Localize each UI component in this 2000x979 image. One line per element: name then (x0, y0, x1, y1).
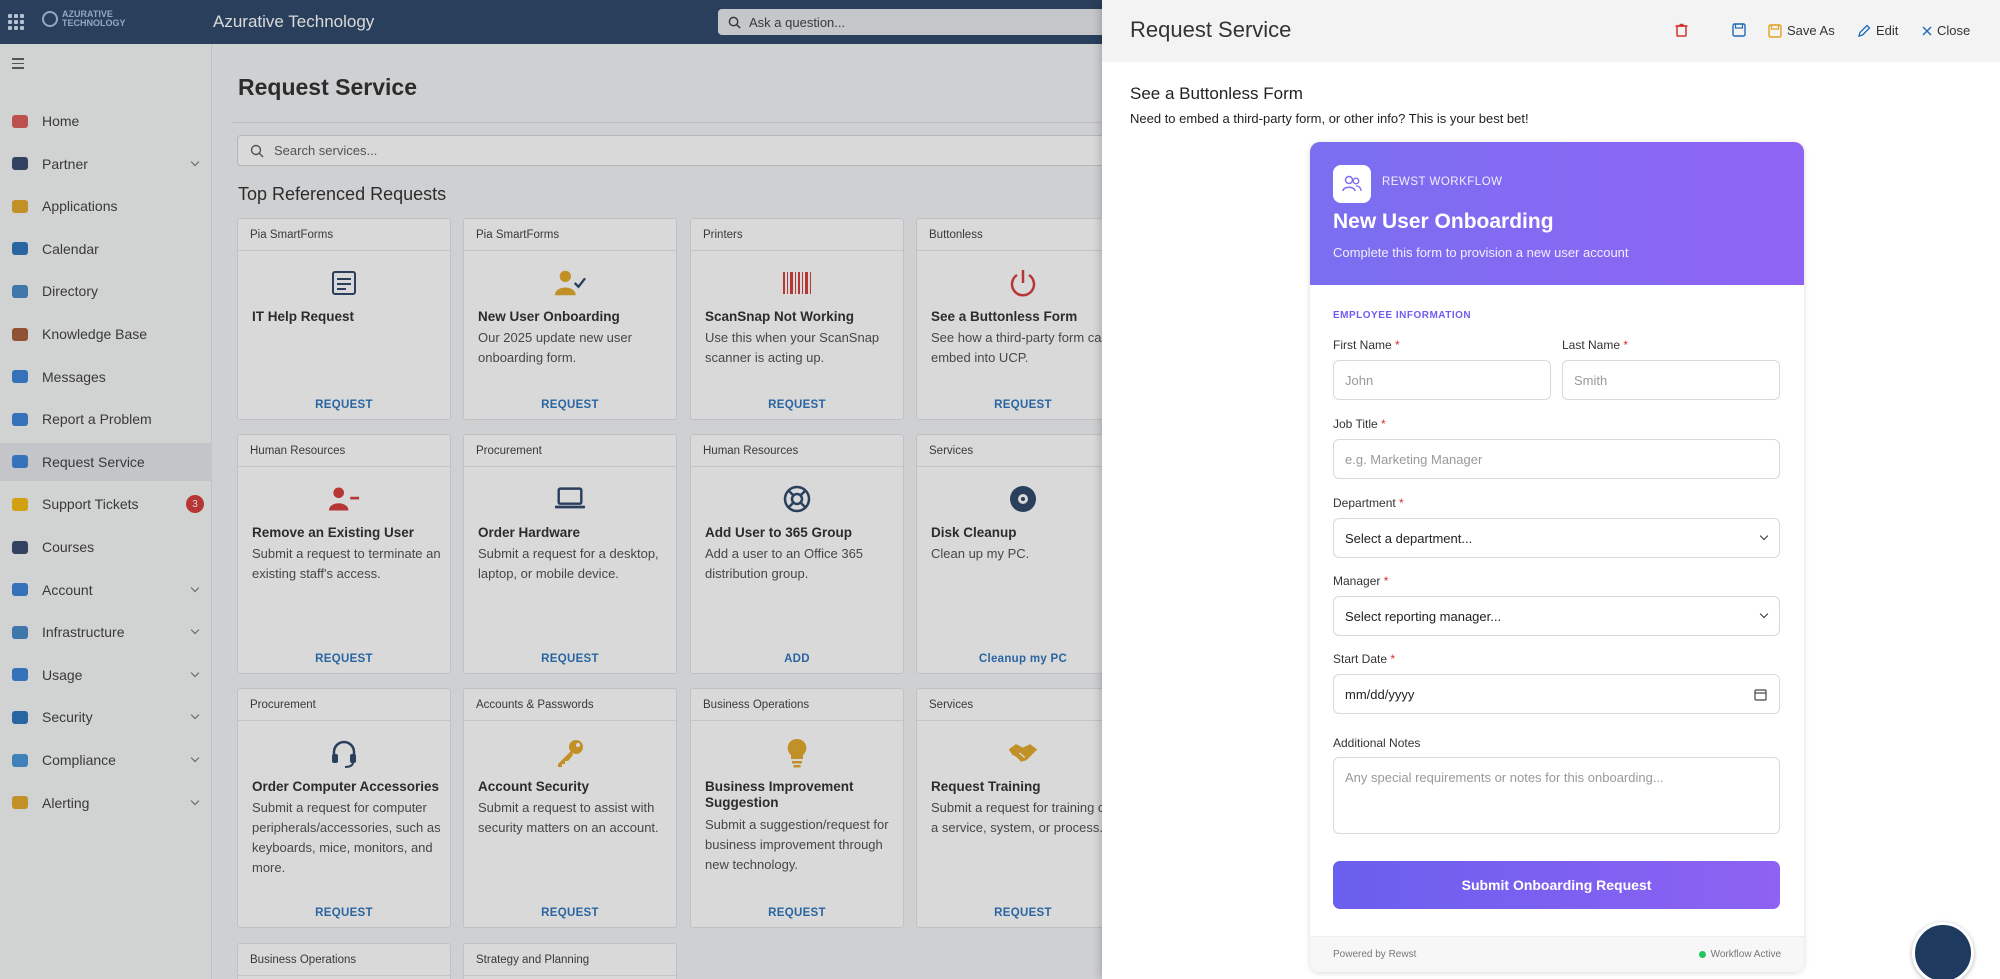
users-icon (1333, 165, 1371, 203)
request-service-panel: Request Service Save As Edit Close See a… (1102, 0, 2000, 979)
chevron-down-icon (1759, 531, 1769, 541)
department-value: Select a department... (1345, 530, 1473, 546)
form-tag: REWST WORKFLOW (1382, 176, 1503, 188)
calendar-icon[interactable] (1754, 688, 1767, 701)
section-label: EMPLOYEE INFORMATION (1333, 310, 1472, 321)
notes-placeholder: Any special requirements or notes for th… (1345, 770, 1664, 785)
save-as-icon (1768, 23, 1782, 38)
start-date-value: mm/dd/yyyy (1345, 686, 1415, 702)
manager-value: Select reporting manager... (1345, 608, 1502, 624)
save-as-label: Save As (1787, 23, 1835, 38)
assistant-launcher-button[interactable] (1912, 922, 1974, 979)
workflow-status-label: Workflow Active (1710, 949, 1781, 960)
save-icon (1732, 23, 1746, 37)
panel-title: Request Service (1130, 17, 1292, 42)
manager-label: Manager * (1333, 574, 1389, 588)
last-name-field[interactable]: Smith (1562, 360, 1780, 400)
close-icon (1922, 26, 1932, 35)
panel-header: Request Service Save As Edit Close (1102, 0, 2000, 62)
form-subtitle: Complete this form to provision a new us… (1333, 245, 1629, 260)
form-title: New User Onboarding (1333, 210, 1554, 233)
pencil-icon (1858, 24, 1871, 37)
chevron-down-icon (1759, 609, 1769, 619)
job-title-label: Job Title * (1333, 417, 1386, 431)
save-as-button[interactable]: Save As (1768, 23, 1835, 38)
first-name-label: First Name * (1333, 338, 1400, 352)
save-button[interactable] (1732, 23, 1746, 37)
modal-backdrop[interactable] (0, 0, 1102, 979)
department-label: Department * (1333, 496, 1404, 510)
job-title-field[interactable]: e.g. Marketing Manager (1333, 439, 1780, 479)
manager-select[interactable]: Select reporting manager... (1333, 596, 1780, 636)
edit-button[interactable]: Edit (1857, 23, 1898, 38)
last-name-placeholder: Smith (1574, 372, 1608, 388)
notes-label: Additional Notes (1333, 736, 1421, 750)
last-name-label: Last Name * (1562, 338, 1629, 352)
powered-by: Powered by Rewst (1333, 949, 1417, 960)
embedded-form: REWST WORKFLOW New User Onboarding Compl… (1310, 142, 1804, 972)
close-button[interactable]: Close (1922, 23, 1970, 38)
start-date-field[interactable]: mm/dd/yyyy (1333, 674, 1780, 714)
edit-label: Edit (1876, 23, 1899, 38)
workflow-status: Workflow Active (1698, 949, 1781, 960)
submit-onboarding-button[interactable]: Submit Onboarding Request (1333, 861, 1780, 909)
delete-button[interactable] (1675, 23, 1688, 37)
notes-textarea[interactable]: Any special requirements or notes for th… (1333, 757, 1780, 834)
close-label: Close (1937, 23, 1971, 38)
status-dot-icon (1698, 951, 1706, 958)
trash-icon (1675, 23, 1688, 37)
form-hero: REWST WORKFLOW New User Onboarding Compl… (1310, 142, 1804, 285)
department-select[interactable]: Select a department... (1333, 518, 1780, 558)
form-heading: See a Buttonless Form (1130, 84, 1303, 103)
job-title-placeholder: e.g. Marketing Manager (1345, 451, 1483, 467)
first-name-field[interactable]: John (1333, 360, 1551, 400)
first-name-placeholder: John (1345, 372, 1374, 388)
form-footer: Powered by Rewst Workflow Active (1310, 936, 1804, 972)
start-date-label: Start Date * (1333, 652, 1396, 666)
form-subheading: Need to embed a third-party form, or oth… (1130, 111, 1529, 126)
